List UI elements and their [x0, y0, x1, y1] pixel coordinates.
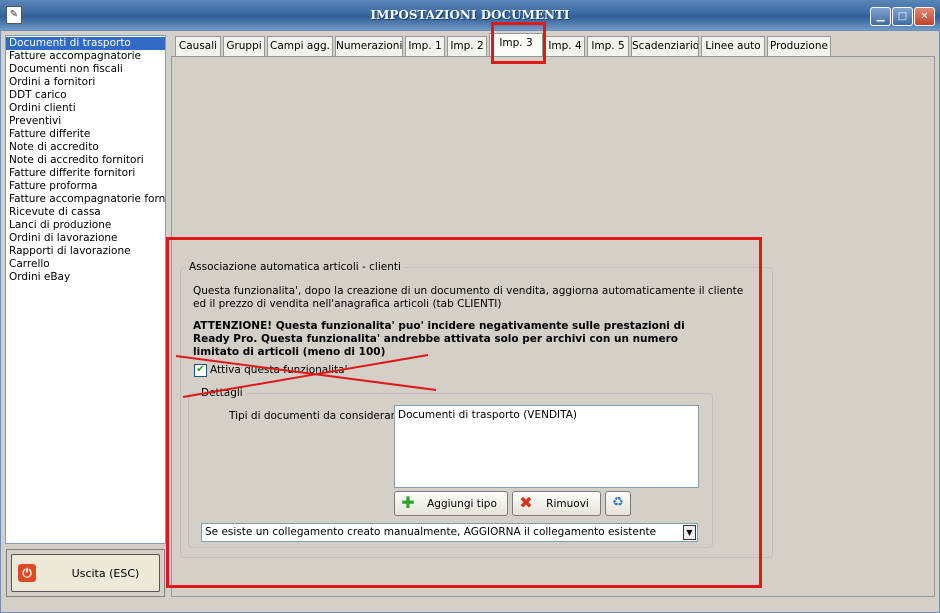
- tab-imp-1[interactable]: Imp. 1: [405, 36, 445, 56]
- list-item[interactable]: Fatture differite fornitori: [6, 167, 165, 180]
- tab-numerazioni[interactable]: Numerazioni: [335, 36, 403, 56]
- list-item[interactable]: Documenti non fiscali: [6, 63, 165, 76]
- tab-imp-2[interactable]: Imp. 2: [447, 36, 487, 56]
- window-title: IMPOSTAZIONI DOCUMENTI: [370, 8, 570, 22]
- exit-button[interactable]: ⏻ Uscita (ESC): [11, 554, 160, 592]
- list-item[interactable]: Ordini a fornitori: [6, 76, 165, 89]
- minimize-icon: ▁: [876, 11, 885, 22]
- list-item[interactable]: Carrello: [6, 258, 165, 271]
- maximize-button[interactable]: □: [892, 7, 913, 26]
- list-item[interactable]: Fatture accompagnatorie: [6, 50, 165, 63]
- list-item[interactable]: Note di accredito: [6, 141, 165, 154]
- list-item[interactable]: Ricevute di cassa: [6, 206, 165, 219]
- tab-linee-auto[interactable]: Linee auto: [701, 36, 765, 56]
- annotation-panel-highlight: [166, 237, 762, 588]
- tab-produzione[interactable]: Produzione: [767, 36, 831, 56]
- list-item[interactable]: Ordini di lavorazione: [6, 232, 165, 245]
- annotation-tab-highlight: [491, 22, 546, 64]
- list-item[interactable]: Preventivi: [6, 115, 165, 128]
- close-button[interactable]: ✕: [914, 7, 935, 26]
- minimize-button[interactable]: ▁: [870, 7, 891, 26]
- list-item[interactable]: Lanci di produzione: [6, 219, 165, 232]
- tab-imp-4[interactable]: Imp. 4: [545, 36, 585, 56]
- list-item[interactable]: Note di accredito fornitori: [6, 154, 165, 167]
- tab-causali[interactable]: Causali: [175, 36, 221, 56]
- list-item[interactable]: Fatture differite: [6, 128, 165, 141]
- exit-button-label: Uscita (ESC): [71, 567, 140, 580]
- tab-imp-5[interactable]: Imp. 5: [587, 36, 629, 56]
- tab-campi-agg[interactable]: Campi agg.: [267, 36, 333, 56]
- list-item[interactable]: Fatture proforma: [6, 180, 165, 193]
- maximize-icon: □: [897, 11, 908, 22]
- list-item[interactable]: Ordini clienti: [6, 102, 165, 115]
- list-item[interactable]: Rapporti di lavorazione: [6, 245, 165, 258]
- list-item[interactable]: Documenti di trasporto: [6, 37, 165, 50]
- power-icon: ⏻: [18, 564, 36, 582]
- list-item[interactable]: DDT carico: [6, 89, 165, 102]
- list-item[interactable]: Ordini eBay: [6, 271, 165, 284]
- list-item[interactable]: Fatture accompagnatorie fornito: [6, 193, 165, 206]
- tab-scadenziario[interactable]: Scadenziario: [631, 36, 699, 56]
- document-type-list[interactable]: Documenti di trasporto Fatture accompagna…: [5, 35, 166, 544]
- exit-panel: ⏻ Uscita (ESC): [6, 549, 165, 597]
- title-bar: ✎ IMPOSTAZIONI DOCUMENTI ▁ □ ✕: [0, 0, 940, 30]
- close-icon: ✕: [920, 11, 929, 22]
- tab-gruppi[interactable]: Gruppi: [223, 36, 265, 56]
